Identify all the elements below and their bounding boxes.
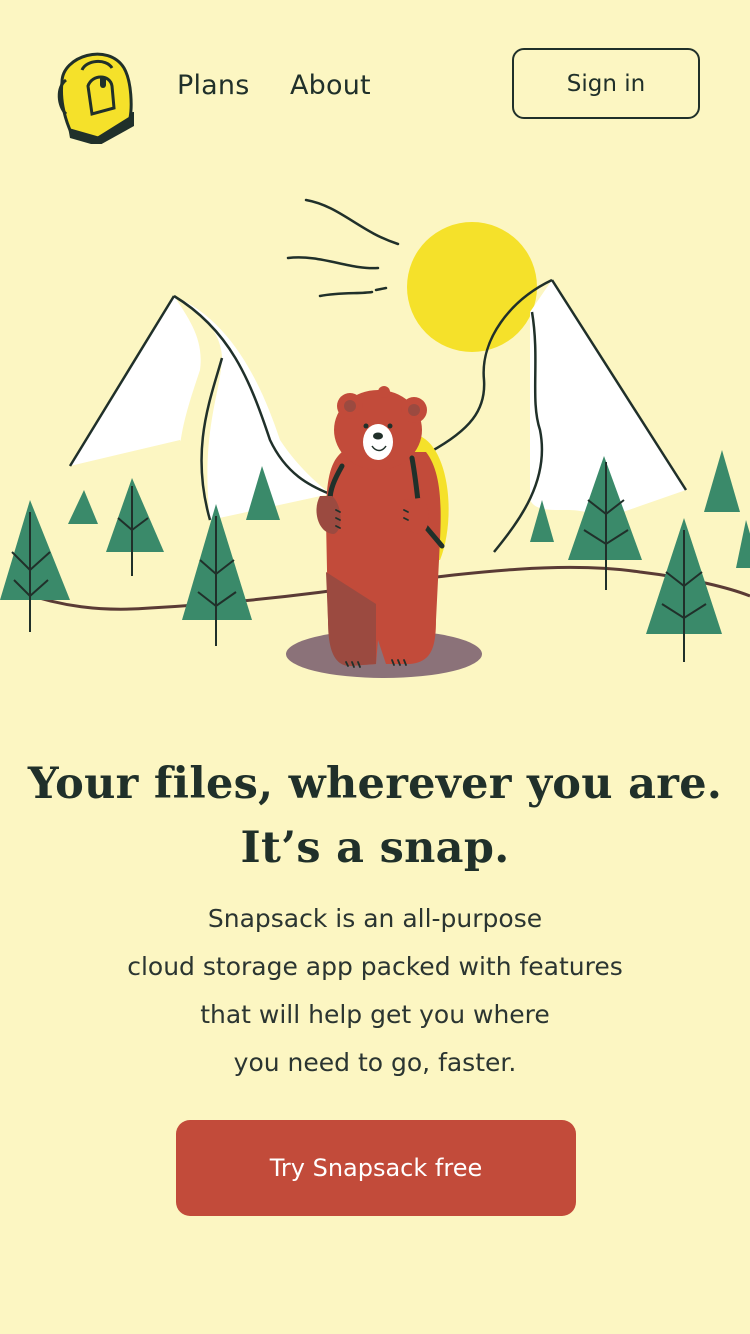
hero-illustration	[0, 190, 750, 690]
backpack-logo-icon[interactable]	[52, 46, 138, 146]
sun-icon	[407, 222, 537, 352]
nav-link-about[interactable]: About	[290, 70, 371, 101]
description-line-1: Snapsack is an all-purpose	[207, 904, 543, 933]
try-free-button[interactable]: Try Snapsack free	[176, 1120, 576, 1216]
description-line-4: you need to go, faster.	[233, 1048, 517, 1077]
bear-icon	[316, 386, 445, 668]
headline-line-1: Your files, wherever you are.	[27, 759, 723, 809]
hero-description: Snapsack is an all-purpose cloud storage…	[75, 895, 675, 1087]
headline-line-2: It’s a snap.	[240, 823, 510, 873]
wind-lines-icon	[286, 198, 400, 298]
description-line-3: that will help get you where	[200, 1000, 550, 1029]
description-line-2: cloud storage app packed with features	[127, 952, 623, 981]
top-nav: Plans About Sign in	[0, 0, 750, 170]
left-mountain-icon	[68, 294, 331, 521]
hero-headline: Your files, wherever you are. It’s a sna…	[0, 752, 750, 880]
sign-in-button[interactable]: Sign in	[512, 48, 700, 119]
nav-link-plans[interactable]: Plans	[177, 70, 250, 101]
